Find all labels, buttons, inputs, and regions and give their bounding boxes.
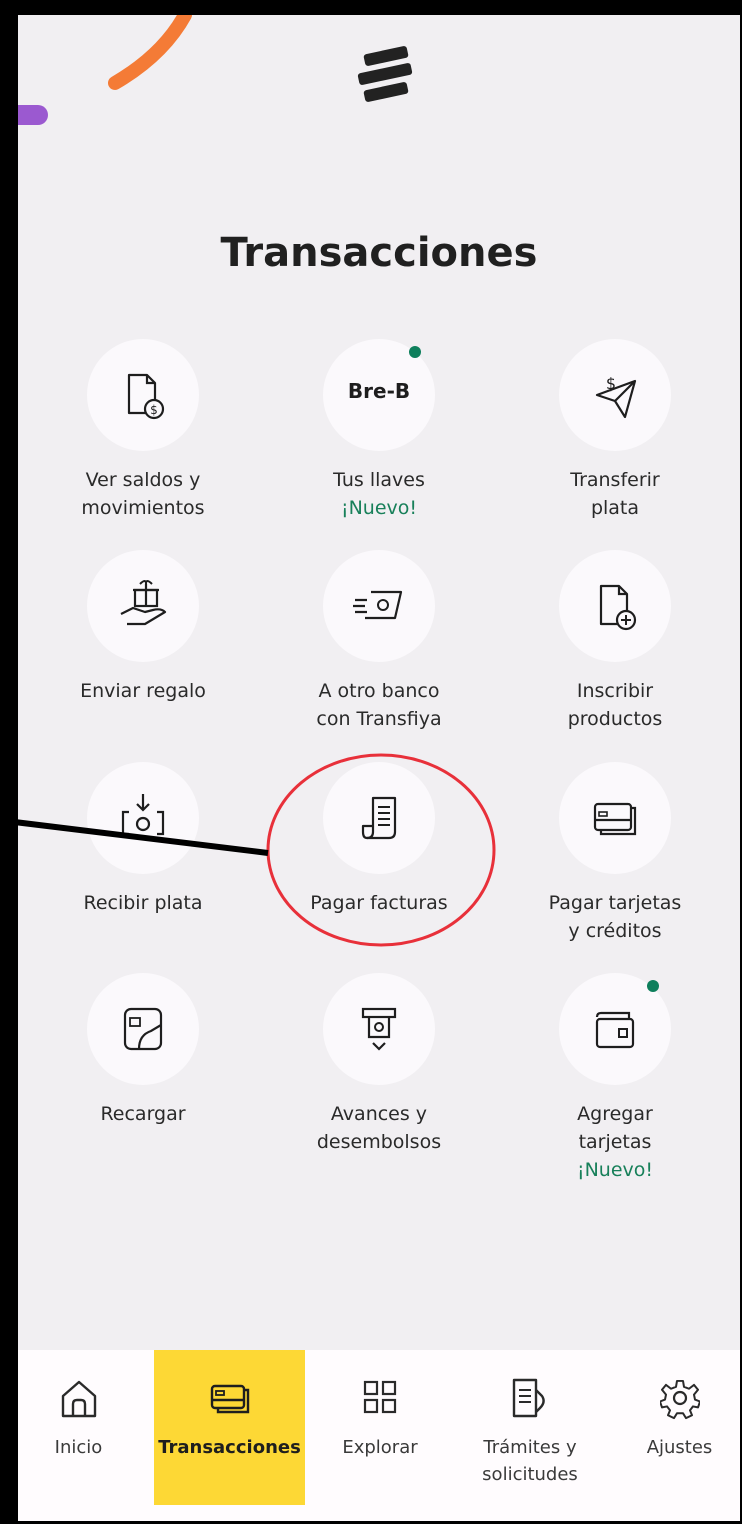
tile-label: con Transfiya — [316, 708, 442, 730]
atm-icon — [361, 1007, 397, 1051]
tile-icon-circle — [559, 550, 671, 662]
transfiya-icon — [353, 590, 403, 620]
app-screen: Transacciones $ Ver saldos y movimientos… — [18, 15, 740, 1521]
tile-label: desembolsos — [316, 1131, 442, 1153]
tile-label: Tus llaves — [333, 469, 425, 491]
tile-recibir-plata[interactable]: Recibir plata — [25, 762, 261, 962]
nav-label: solicitudes — [482, 1464, 578, 1485]
tile-label: A otro banco — [318, 680, 440, 702]
new-label: ¡Nuevo! — [576, 1159, 654, 1181]
tile-enviar-regalo[interactable]: Enviar regalo — [25, 550, 261, 750]
tile-label: Ver saldos y — [85, 469, 201, 491]
tile-label: tarjetas — [578, 1131, 652, 1153]
tile-icon-circle — [87, 973, 199, 1085]
gift-hand-icon — [120, 580, 167, 626]
tile-icon-circle — [323, 550, 435, 662]
nav-label: Trámites y — [483, 1437, 577, 1458]
tile-icon-circle — [323, 973, 435, 1085]
tile-transferir-plata[interactable]: $ Transferir plata — [497, 339, 733, 539]
tile-icon-circle — [87, 762, 199, 874]
tile-label: Avances y — [330, 1103, 428, 1125]
bre-b-logo: Bre-B — [347, 379, 411, 403]
tile-label: Transferir — [570, 469, 660, 491]
send-money-icon: $ — [595, 374, 637, 419]
nav-item-explorar[interactable]: Explorar — [319, 1350, 441, 1505]
tile-pagar-facturas[interactable]: Pagar facturas — [261, 762, 497, 962]
new-badge-dot — [409, 346, 421, 358]
nav-label: Explorar — [342, 1437, 418, 1458]
tile-icon-circle: $ — [87, 339, 199, 451]
svg-text:$: $ — [150, 403, 158, 417]
page-title: Transacciones — [220, 230, 538, 276]
tile-label: Agregar — [577, 1103, 653, 1125]
tile-recargar[interactable]: Recargar — [25, 973, 261, 1193]
tile-tus-llaves[interactable]: Bre-B Tus llaves ¡Nuevo! — [261, 339, 497, 539]
tile-icon-circle: $ — [559, 339, 671, 451]
gear-icon — [659, 1379, 700, 1420]
document-add-icon — [599, 584, 637, 631]
tile-label: plata — [590, 497, 640, 519]
nav-item-inicio[interactable]: Inicio — [18, 1350, 139, 1505]
receipt-icon — [361, 796, 397, 840]
nav-item-transacciones[interactable]: Transacciones — [154, 1350, 305, 1505]
tile-pagar-tarjetas[interactable]: Pagar tarjetas y créditos — [497, 762, 733, 962]
tile-label: Pagar facturas — [310, 892, 448, 914]
tile-ver-saldos[interactable]: $ Ver saldos y movimientos — [25, 339, 261, 539]
receive-money-icon — [121, 794, 165, 836]
documents-icon — [512, 1378, 545, 1418]
nav-label: Transacciones — [158, 1437, 301, 1458]
tile-transfiya[interactable]: A otro banco con Transfiya — [261, 550, 497, 750]
new-label: ¡Nuevo! — [340, 497, 418, 519]
tile-label: Pagar tarjetas — [548, 892, 682, 914]
tile-label: Recibir plata — [83, 892, 203, 914]
nav-item-tramites[interactable]: Trámites y solicitudes — [455, 1350, 605, 1505]
new-badge-dot — [647, 980, 659, 992]
tile-label: movimientos — [81, 497, 205, 519]
tile-inscribir-productos[interactable]: Inscribir productos — [497, 550, 733, 750]
nav-item-ajustes[interactable]: Ajustes — [619, 1350, 740, 1505]
tile-icon-circle — [323, 762, 435, 874]
bancolombia-logo — [357, 46, 413, 102]
grid-icon — [363, 1380, 397, 1414]
nav-label: Inicio — [54, 1437, 103, 1458]
document-dollar-icon: $ — [127, 373, 165, 420]
bottom-navigation: Inicio Transacciones Explorar Trámites y… — [18, 1350, 740, 1521]
svg-text:$: $ — [606, 374, 616, 393]
tile-agregar-tarjetas[interactable]: Agregar tarjetas ¡Nuevo! — [497, 973, 733, 1203]
home-icon — [61, 1380, 96, 1418]
tile-label: Recargar — [100, 1103, 186, 1125]
credit-card-icon — [210, 1384, 249, 1414]
tile-label: productos — [567, 708, 663, 730]
tile-label: Inscribir — [576, 680, 654, 702]
tile-avances[interactable]: Avances y desembolsos — [261, 973, 497, 1193]
credit-card-icon — [593, 802, 637, 836]
phone-topup-icon — [123, 1007, 163, 1051]
nav-label: Ajustes — [646, 1437, 713, 1458]
tile-icon-circle — [87, 550, 199, 662]
tile-icon-circle — [559, 762, 671, 874]
tile-label: y créditos — [568, 920, 662, 942]
tile-label: Enviar regalo — [80, 680, 206, 702]
